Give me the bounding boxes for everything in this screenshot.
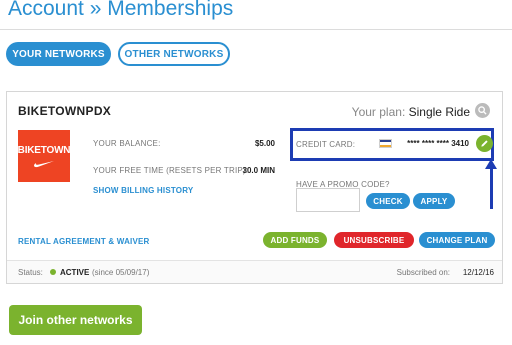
change-plan-button[interactable]: CHANGE PLAN: [419, 232, 495, 248]
search-icon[interactable]: [475, 103, 490, 118]
tab-other-networks[interactable]: OTHER NETWORKS: [118, 42, 230, 66]
swoosh-icon: [34, 160, 54, 167]
credit-card-number: **** **** **** 3410: [407, 139, 469, 148]
plan-label: Your plan:: [351, 105, 406, 119]
add-funds-button[interactable]: ADD FUNDS: [263, 232, 327, 248]
status-since: (since 05/09/17): [92, 268, 150, 277]
rental-agreement-link[interactable]: RENTAL AGREEMENT & WAIVER: [18, 237, 150, 246]
logo-text: BIKETOWN: [17, 144, 71, 156]
tab-your-networks[interactable]: YOUR NETWORKS: [6, 42, 111, 66]
network-name: BIKETOWNPDX: [18, 104, 112, 118]
plan-value: Single Ride: [408, 105, 470, 119]
free-time-label: YOUR FREE TIME (RESETS PER TRIP):: [93, 166, 249, 175]
status-value: ACTIVE: [60, 268, 90, 277]
status-label: Status:: [18, 268, 43, 277]
billing-history-link[interactable]: SHOW BILLING HISTORY: [93, 186, 193, 195]
apply-button[interactable]: APPLY: [413, 193, 455, 209]
subscribed-label: Subscribed on:: [396, 268, 450, 277]
check-button[interactable]: CHECK: [366, 193, 410, 209]
edit-credit-card-button[interactable]: [476, 135, 493, 152]
promo-code-input[interactable]: [296, 188, 360, 212]
credit-card-label: CREDIT CARD:: [296, 140, 356, 149]
page-title: Account » Memberships: [8, 0, 234, 20]
membership-card: BIKETOWNPDX Your plan: Single Ride BIKET…: [6, 91, 503, 284]
membership-card-body: BIKETOWNPDX Your plan: Single Ride BIKET…: [7, 92, 502, 261]
annotation-arrow-shaft: [490, 167, 493, 209]
join-other-networks-button[interactable]: Join other networks: [9, 305, 142, 335]
free-time-value: 30.0 MIN: [242, 166, 275, 175]
balance-value: $5.00: [254, 139, 275, 148]
visa-card-icon: [379, 139, 392, 148]
unsubscribe-button[interactable]: UNSUBSCRIBE: [334, 232, 414, 248]
header-divider: [0, 29, 512, 30]
plan-info: Your plan: Single Ride: [352, 105, 470, 119]
pencil-icon: [481, 140, 488, 147]
status-bar: Status: ACTIVE (since 05/09/17) Subscrib…: [7, 265, 502, 282]
status-dot: [50, 269, 56, 275]
biketown-logo: BIKETOWN: [17, 130, 71, 182]
balance-label: YOUR BALANCE:: [93, 139, 161, 148]
subscribed-date: 12/12/16: [462, 268, 494, 277]
